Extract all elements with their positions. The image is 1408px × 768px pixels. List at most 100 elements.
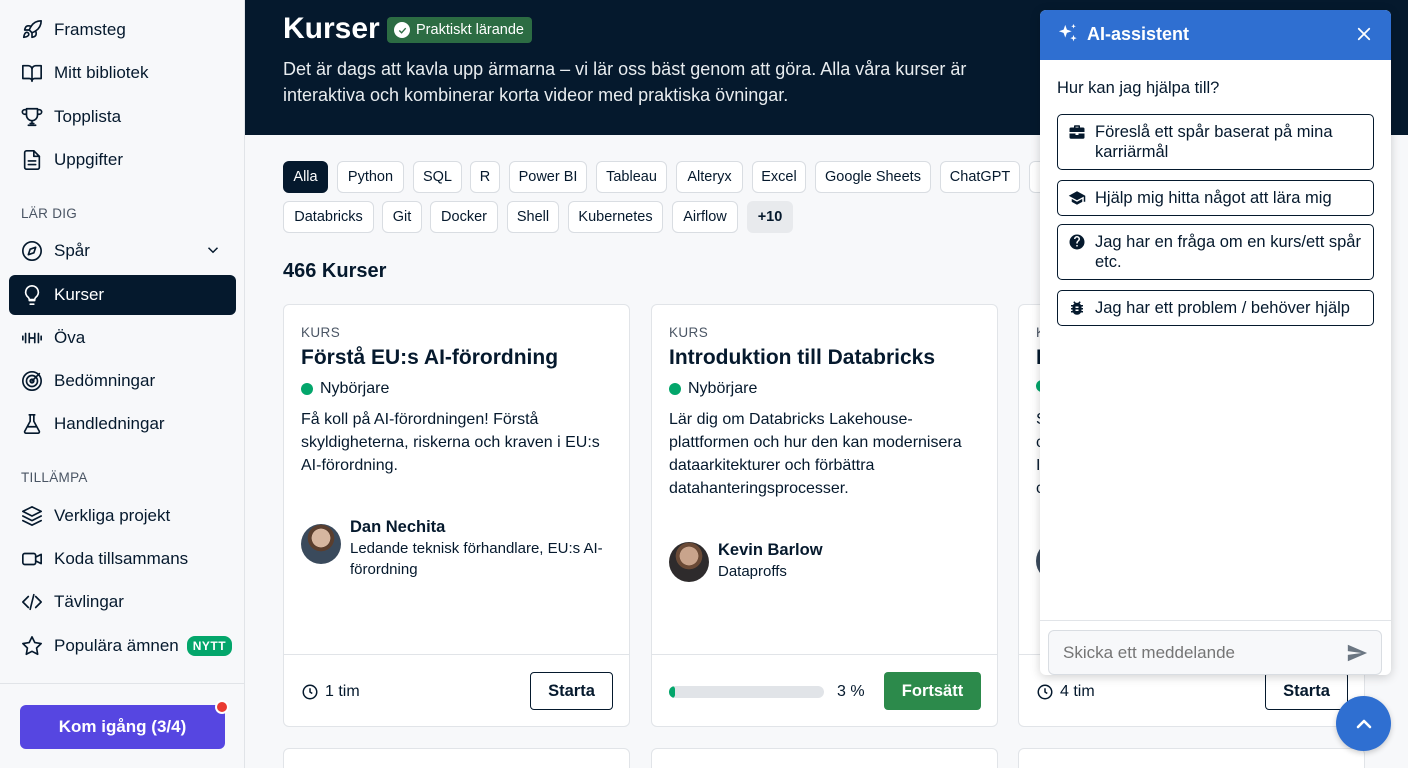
author-role: Dataproffs [718, 563, 787, 580]
ai-option-course-question[interactable]: Jag har en fråga om en kurs/ett spår etc… [1057, 224, 1374, 280]
ai-option-suggest-track[interactable]: Föreslå ett spår baserat på mina karriär… [1057, 114, 1374, 170]
sidebar-item-label: Öva [54, 328, 86, 347]
target-icon [21, 370, 43, 392]
sidebar-item-tavlingar[interactable]: Tävlingar [9, 582, 236, 622]
sidebar-item-uppgifter[interactable]: Uppgifter [9, 140, 236, 180]
filter-chip-databricks[interactable]: Databricks [283, 201, 374, 233]
hands-on-badge-label: Praktiskt lärande [416, 22, 524, 38]
sidebar-item-topplista[interactable]: Topplista [9, 97, 236, 137]
filter-chip-power-bi[interactable]: Power BI [509, 161, 587, 193]
lightbulb-icon [21, 284, 43, 306]
filter-chip-kubernetes[interactable]: Kubernetes [568, 201, 663, 233]
card-footer: 3 % Fortsätt [652, 654, 997, 727]
card-title[interactable]: Förstå EU:s AI-förordning [301, 346, 558, 370]
level-dot [669, 383, 681, 395]
ai-option-label: Föreslå ett spår baserat på mina karriär… [1095, 123, 1333, 161]
course-card[interactable]: KURS Introduktion till Databricks Nybörj… [651, 304, 998, 727]
ai-option-find-learning[interactable]: Hjälp mig hitta något att lära mig [1057, 180, 1374, 216]
course-card[interactable] [283, 748, 630, 768]
section-title-apply: TILLÄMPA [21, 470, 88, 485]
level-label: Nybörjare [320, 380, 390, 397]
author-role: Ledande teknisk förhandlare, EU:s AI-för… [350, 540, 603, 578]
filter-chip-r[interactable]: R [470, 161, 500, 193]
course-card[interactable] [1018, 748, 1365, 768]
card-author: Kevin Barlow Dataproffs [669, 541, 978, 582]
rocket-icon [21, 19, 43, 41]
compass-icon [21, 240, 43, 262]
dumbbell-icon [21, 327, 43, 349]
sidebar-item-verkliga-projekt[interactable]: Verkliga projekt [9, 496, 236, 536]
card-footer: 1 tim Starta [284, 654, 629, 727]
filter-chip-docker[interactable]: Docker [430, 201, 498, 233]
start-course-button[interactable]: Starta [530, 672, 613, 710]
get-started-button[interactable]: Kom igång (3/4) [20, 705, 225, 749]
ai-option-need-help[interactable]: Jag har ett problem / behöver hjälp [1057, 290, 1374, 326]
page-title: Kurser [283, 12, 380, 45]
filter-chip-git[interactable]: Git [382, 201, 422, 233]
chevron-down-icon[interactable] [204, 241, 222, 259]
author-name: Kevin Barlow [718, 541, 823, 559]
filter-chip-excel[interactable]: Excel [752, 161, 806, 193]
course-card[interactable] [651, 748, 998, 768]
filter-chip-google-sheets[interactable]: Google Sheets [815, 161, 931, 193]
sidebar-item-handledningar[interactable]: Handledningar [9, 404, 236, 444]
card-duration: 1 tim [301, 683, 360, 701]
ai-message-input[interactable] [1048, 630, 1382, 675]
start-course-button[interactable]: Starta [1265, 672, 1348, 710]
card-duration: 4 tim [1036, 683, 1095, 701]
filter-chip-tableau[interactable]: Tableau [596, 161, 667, 193]
close-icon[interactable] [1355, 25, 1373, 43]
filter-chip-sql[interactable]: SQL [413, 161, 462, 193]
sidebar-item-bedomningar[interactable]: Bedömningar [9, 361, 236, 401]
filter-chip-airflow[interactable]: Airflow [672, 201, 738, 233]
avatar [669, 542, 709, 582]
card-level: Nybörjare [301, 380, 389, 398]
author-name: Dan Nechita [350, 518, 446, 536]
filter-chip-more[interactable]: +10 [747, 201, 793, 233]
clock-icon [302, 684, 318, 700]
new-badge: NYTT [186, 636, 233, 656]
send-icon[interactable] [1346, 642, 1368, 664]
scroll-to-top-button[interactable] [1336, 696, 1391, 751]
star-icon [21, 635, 43, 657]
level-label: Nybörjare [688, 380, 758, 397]
graduation-cap-icon [1067, 188, 1087, 208]
duration-label: 1 tim [325, 683, 360, 700]
card-description: Få koll på AI-förordningen! Förstå skyld… [301, 411, 600, 474]
ai-option-label: Jag har en fråga om en kurs/ett spår etc… [1095, 233, 1361, 271]
progress-bar [669, 686, 824, 698]
sidebar-item-label: Uppgifter [54, 150, 123, 169]
card-title[interactable]: Introduktion till Databricks [669, 346, 935, 370]
ai-panel-header: AI-assistent [1040, 10, 1391, 60]
filter-chip-alteryx[interactable]: Alteryx [676, 161, 743, 193]
sidebar-item-label: Spår [54, 241, 90, 260]
filter-chip-chatgpt[interactable]: ChatGPT [940, 161, 1020, 193]
sidebar-item-framsteg[interactable]: Framsteg [9, 10, 236, 50]
continue-course-button[interactable]: Fortsätt [884, 672, 981, 710]
ai-assistant-panel: AI-assistent Hur kan jag hjälpa till? Fö… [1040, 10, 1391, 675]
card-level: Nybörjare [669, 380, 757, 398]
filter-chip-alla[interactable]: Alla [283, 161, 328, 193]
briefcase-icon [1067, 122, 1087, 142]
sidebar-item-koda-tillsammans[interactable]: Koda tillsammans [9, 539, 236, 579]
level-dot [301, 383, 313, 395]
sidebar-item-ova[interactable]: Öva [9, 318, 236, 358]
sidebar-item-spar[interactable]: Spår [9, 231, 236, 271]
progress-fill [669, 686, 676, 698]
filter-chip-shell[interactable]: Shell [507, 201, 559, 233]
sidebar-item-label: Handledningar [54, 414, 165, 433]
ai-option-label: Jag har ett problem / behöver hjälp [1095, 299, 1350, 317]
sidebar-item-label: Populära ämnen [54, 636, 179, 655]
notification-dot [215, 700, 229, 714]
page-description: Det är dags att kavla upp ärmarna – vi l… [283, 59, 967, 105]
ai-option-label: Hjälp mig hitta något att lära mig [1095, 189, 1332, 207]
sidebar-item-mitt-bibliotek[interactable]: Mitt bibliotek [9, 53, 236, 93]
chevron-up-icon [1356, 719, 1371, 728]
card-type: KURS [669, 325, 709, 340]
course-card[interactable]: KURS Förstå EU:s AI-förordning Nybörjare… [283, 304, 630, 727]
sidebar-item-label: Bedömningar [54, 371, 156, 390]
sidebar-item-populara-amnen[interactable]: Populära ämnen NYTT [9, 626, 236, 666]
card-description: Lär dig om Databricks Lakehouse-plattfor… [669, 411, 962, 497]
sidebar-item-kurser[interactable]: Kurser [9, 275, 236, 315]
filter-chip-python[interactable]: Python [337, 161, 404, 193]
